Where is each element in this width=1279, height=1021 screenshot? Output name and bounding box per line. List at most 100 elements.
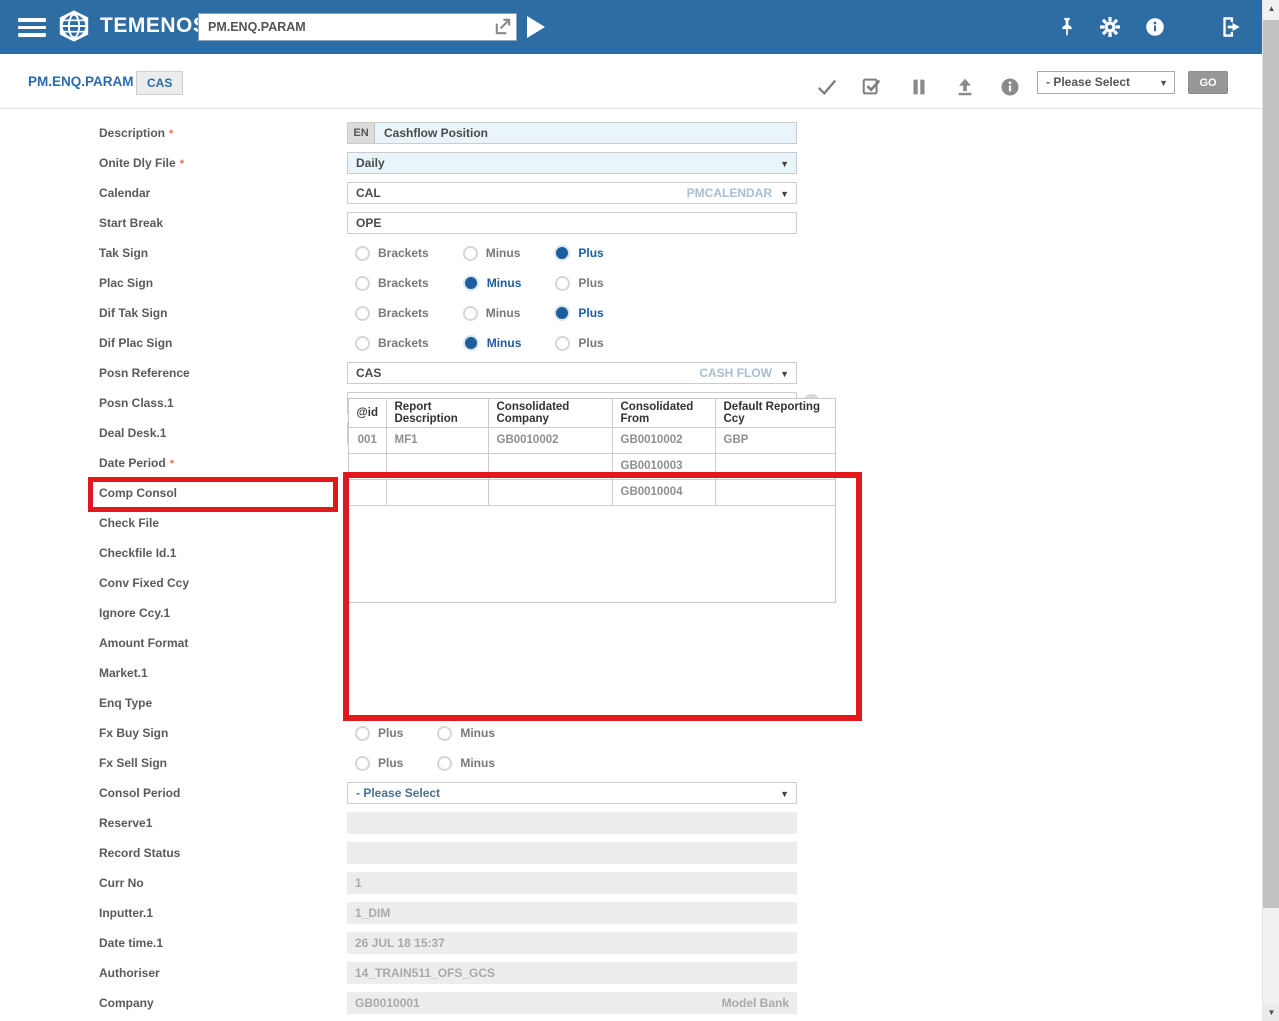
field-label-deal-desk-1: Deal Desk.1 (99, 418, 166, 448)
radio-option-brackets[interactable]: Brackets (355, 306, 429, 321)
onite-dly-file-select[interactable]: Daily▼ (347, 152, 797, 174)
calendar-field[interactable]: CALPMCALENDAR▼ (347, 182, 797, 204)
radio-button[interactable] (463, 306, 478, 321)
radio-option-minus[interactable]: Minus (437, 756, 495, 771)
comp-consol-dropdown-panel: @idReport DescriptionConsolidated Compan… (348, 398, 836, 603)
radio-button[interactable] (355, 336, 370, 351)
table-row[interactable]: 001MF1GB0010002GB0010002GBP (349, 427, 835, 453)
table-cell[interactable] (349, 453, 386, 479)
field-label-consol-period: Consol Period (99, 778, 180, 808)
table-header-consolidated-from: Consolidated From (612, 399, 715, 427)
radio-button[interactable] (355, 276, 370, 291)
consol-period-select[interactable]: - Please Select▼ (347, 782, 797, 804)
table-row[interactable]: GB0010003 (349, 453, 835, 479)
table-cell[interactable]: GB0010003 (612, 453, 715, 479)
scroll-down-icon[interactable]: ▼ (1263, 1004, 1279, 1021)
radio-label: Minus (486, 246, 521, 260)
radio-option-minus[interactable]: Minus (463, 306, 521, 321)
edit-record-icon[interactable] (861, 76, 883, 98)
field-label-amount-format: Amount Format (99, 628, 188, 658)
fx-buy-sign-radio-group: Plus Minus (347, 718, 521, 748)
radio-button[interactable] (463, 246, 478, 261)
table-header-report-description: Report Description (386, 399, 488, 427)
table-cell[interactable] (715, 479, 835, 505)
table-cell[interactable] (386, 479, 488, 505)
table-cell[interactable] (715, 453, 835, 479)
table-cell[interactable]: GB0010002 (488, 427, 612, 453)
table-cell[interactable]: GBP (715, 427, 835, 453)
run-button[interactable] (527, 16, 545, 38)
radio-button[interactable] (355, 246, 370, 261)
radio-option-plus[interactable]: Plus (554, 305, 603, 321)
radio-option-brackets[interactable]: Brackets (355, 276, 429, 291)
radio-option-plus[interactable]: Plus (355, 756, 403, 771)
table-cell[interactable] (386, 453, 488, 479)
table-cell[interactable] (488, 453, 612, 479)
field-label-dif-tak-sign: Dif Tak Sign (99, 298, 167, 328)
table-cell[interactable] (349, 479, 386, 505)
reserve1-field (347, 812, 797, 834)
go-button[interactable]: GO (1188, 71, 1228, 94)
radio-option-minus[interactable]: Minus (463, 335, 522, 351)
goto-icon[interactable] (493, 17, 512, 36)
action-select[interactable]: - Please Select ▼ (1037, 71, 1175, 94)
info-icon[interactable] (1144, 16, 1166, 38)
hold-icon[interactable] (908, 76, 930, 98)
validate-icon[interactable] (816, 76, 838, 98)
chevron-down-icon[interactable]: ▼ (780, 184, 789, 204)
radio-option-plus[interactable]: Plus (554, 245, 603, 261)
settings-icon[interactable] (1098, 15, 1122, 39)
radio-option-plus[interactable]: Plus (355, 726, 403, 741)
table-cell[interactable] (488, 479, 612, 505)
command-input[interactable] (198, 13, 517, 41)
posn-reference-field[interactable]: CASCASH FLOW▼ (347, 362, 797, 384)
field-label-reserve1: Reserve1 (99, 808, 152, 838)
radio-label: Plus (378, 726, 403, 740)
radio-button[interactable] (355, 756, 370, 771)
radio-button[interactable] (437, 726, 452, 741)
chevron-down-icon[interactable]: ▼ (780, 364, 789, 384)
radio-button[interactable] (355, 306, 370, 321)
radio-button[interactable] (555, 336, 570, 351)
radio-button[interactable] (463, 335, 479, 351)
radio-option-brackets[interactable]: Brackets (355, 336, 429, 351)
scroll-up-icon[interactable]: ▲ (1263, 0, 1279, 17)
radio-button[interactable] (463, 275, 479, 291)
description-field[interactable]: ENCashflow Position (347, 122, 797, 144)
table-row[interactable]: GB0010004 (349, 479, 835, 505)
upload-icon[interactable] (954, 76, 976, 98)
radio-button[interactable] (437, 756, 452, 771)
radio-button[interactable] (355, 726, 370, 741)
pin-icon[interactable] (1056, 16, 1078, 38)
radio-option-brackets[interactable]: Brackets (355, 246, 429, 261)
field-label-comp-consol: Comp Consol (99, 478, 177, 508)
table-cell[interactable]: MF1 (386, 427, 488, 453)
scrollbar-thumb[interactable] (1263, 20, 1279, 908)
table-cell[interactable]: GB0010004 (612, 479, 715, 505)
table-cell[interactable]: 001 (349, 427, 386, 453)
radio-button[interactable] (554, 305, 570, 321)
field-label-record-status: Record Status (99, 838, 180, 868)
table-header-consolidated-company: Consolidated Company (488, 399, 612, 427)
radio-option-plus[interactable]: Plus (555, 336, 603, 351)
signout-icon[interactable] (1219, 14, 1245, 40)
radio-option-minus[interactable]: Minus (437, 726, 495, 741)
start-break-field[interactable]: OPE (347, 212, 797, 234)
radio-button[interactable] (555, 276, 570, 291)
curr-no-value: 1 (355, 876, 362, 890)
info-icon[interactable] (999, 76, 1021, 98)
field-label-calendar: Calendar (99, 178, 150, 208)
form-row-curr-no: Curr No1 (0, 868, 1262, 898)
vertical-scrollbar[interactable]: ▲ ▼ (1262, 0, 1279, 1021)
menu-icon[interactable] (18, 18, 46, 37)
radio-option-minus[interactable]: Minus (463, 246, 521, 261)
posn-reference-hint: CASH FLOW (699, 363, 772, 383)
radio-label: Brackets (378, 276, 429, 290)
radio-option-minus[interactable]: Minus (463, 275, 522, 291)
table-cell[interactable]: GB0010002 (612, 427, 715, 453)
action-select-value: - Please Select (1046, 75, 1130, 89)
authoriser-field: 14_TRAIN511_OFS_GCS (347, 962, 797, 984)
radio-button[interactable] (554, 245, 570, 261)
radio-option-plus[interactable]: Plus (555, 276, 603, 291)
field-label-market-1: Market.1 (99, 658, 148, 688)
